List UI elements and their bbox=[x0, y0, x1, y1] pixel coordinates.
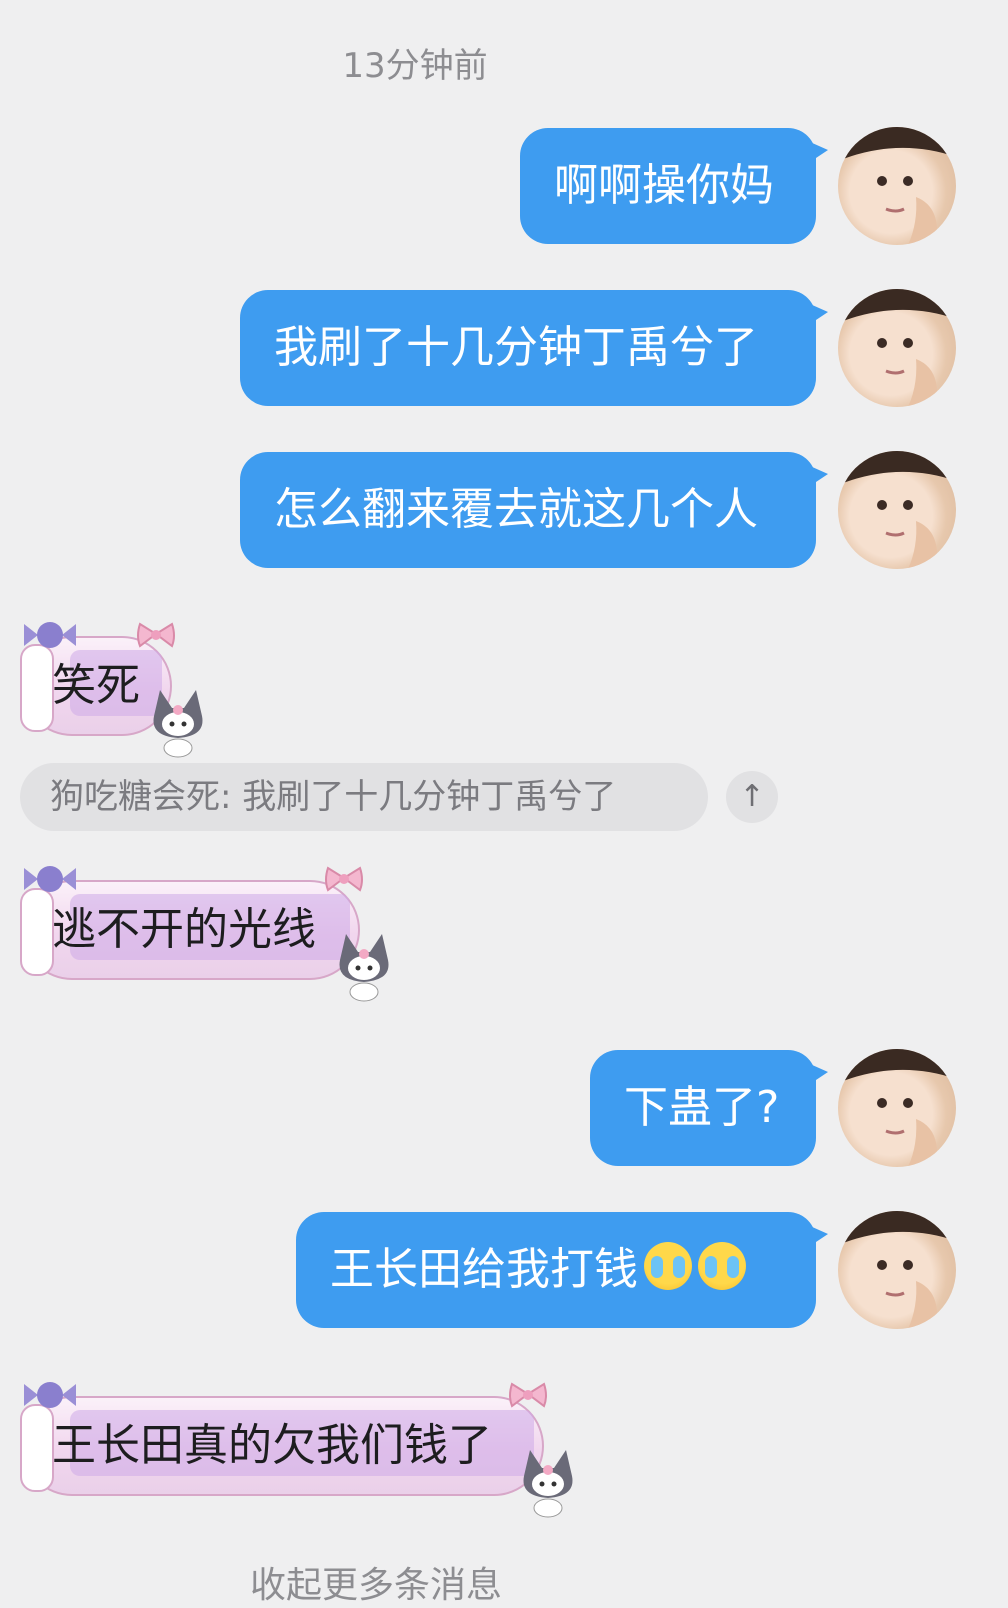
crying-face-icon bbox=[698, 1242, 746, 1290]
message-timestamp: 13分钟前 bbox=[342, 46, 488, 86]
message-text: 笑死 bbox=[52, 660, 140, 711]
outgoing-message-bubble[interactable]: 我刷了十几分钟丁禹兮了 bbox=[240, 290, 828, 406]
user-avatar[interactable] bbox=[838, 289, 956, 407]
avatar-face-icon bbox=[838, 127, 956, 245]
candy-icon bbox=[24, 1382, 76, 1408]
kuromi-mascot-icon bbox=[339, 934, 389, 1002]
message-text: 怎么翻来覆去就这几个人 bbox=[274, 484, 758, 535]
message-text: 啊啊操你妈 bbox=[554, 160, 774, 211]
user-avatar[interactable] bbox=[838, 127, 956, 245]
avatar-face-icon bbox=[838, 1211, 956, 1329]
candy-icon bbox=[24, 866, 76, 892]
incoming-message-bubble[interactable]: 逃不开的光线 bbox=[20, 880, 360, 980]
user-avatar[interactable] bbox=[838, 451, 956, 569]
message-text: 王长田真的欠我们钱了 bbox=[52, 1420, 492, 1471]
collapse-more-messages-link[interactable]: 收起更多条消息 bbox=[250, 1556, 502, 1608]
bubble-roll-decoration bbox=[20, 888, 54, 976]
outgoing-message-bubble[interactable]: 啊啊操你妈 bbox=[520, 128, 828, 244]
bubble-roll-decoration bbox=[20, 644, 54, 732]
kuromi-mascot-icon bbox=[153, 690, 203, 758]
outgoing-message-bubble[interactable]: 王长田给我打钱 bbox=[296, 1212, 828, 1328]
message-text: 下蛊了? bbox=[624, 1082, 780, 1133]
bow-icon bbox=[325, 866, 363, 892]
jump-to-quote-button[interactable]: ↑ bbox=[726, 771, 778, 823]
kuromi-mascot-icon bbox=[523, 1450, 573, 1518]
incoming-message-bubble[interactable]: 王长田真的欠我们钱了 bbox=[20, 1396, 544, 1496]
crying-face-icon bbox=[644, 1242, 692, 1290]
avatar-face-icon bbox=[838, 289, 956, 407]
message-text: 我刷了十几分钟丁禹兮了 bbox=[274, 322, 758, 373]
avatar-face-icon bbox=[838, 1049, 956, 1167]
bow-icon bbox=[137, 622, 175, 648]
outgoing-message-bubble[interactable]: 下蛊了? bbox=[590, 1050, 828, 1166]
outgoing-message-bubble[interactable]: 怎么翻来覆去就这几个人 bbox=[240, 452, 828, 568]
message-text: 逃不开的光线 bbox=[52, 904, 316, 955]
bow-icon bbox=[509, 1382, 547, 1408]
user-avatar[interactable] bbox=[838, 1049, 956, 1167]
avatar-face-icon bbox=[838, 451, 956, 569]
quoted-message[interactable]: 狗吃糖会死: 我刷了十几分钟丁禹兮了 bbox=[20, 763, 708, 831]
user-avatar[interactable] bbox=[838, 1211, 956, 1329]
message-text: 王长田给我打钱 bbox=[330, 1244, 638, 1295]
bubble-roll-decoration bbox=[20, 1404, 54, 1492]
candy-icon bbox=[24, 622, 76, 648]
